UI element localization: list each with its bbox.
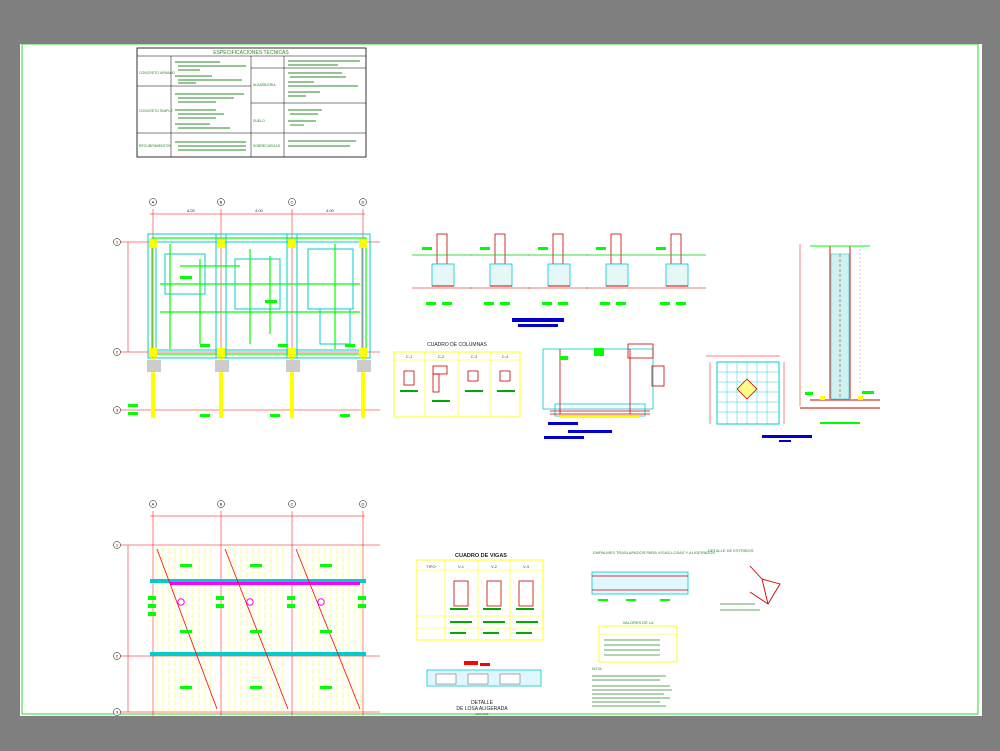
column-header-c4: C-4 xyxy=(502,354,509,359)
slab-section-detail: DETALLE DE LOSA ALIGERADA ESC 1/25 xyxy=(426,661,542,716)
beam-header-v2: V-2 xyxy=(491,564,498,569)
beam-column-detail xyxy=(542,343,665,439)
beam-table-title: CUADRO DE VIGAS xyxy=(455,553,507,559)
spec-label-sobrecargas: SOBRECARGAS xyxy=(253,144,281,148)
slab-plan: A B C D123 xyxy=(113,500,380,716)
beam-header-v1: V-1 xyxy=(458,564,465,569)
dim-label-bc: 4.00 xyxy=(255,208,264,213)
grid-label-A: A xyxy=(152,502,155,507)
grid-label-C: C xyxy=(291,200,294,205)
hook-detail-title: DETALLE DE ESTRIBOS xyxy=(708,548,754,553)
spec-label-suelo: SUELO xyxy=(253,119,265,123)
general-notes: NOTA: xyxy=(592,667,672,707)
spec-label-recubrimientos: RECUBRIMIENTOS xyxy=(139,144,171,148)
column-header-c2: C-2 xyxy=(438,354,445,359)
dim-label-cd: 4.00 xyxy=(326,208,335,213)
column-table-title: CUADRO DE COLUMNAS xyxy=(427,342,487,348)
footing-section xyxy=(470,233,530,305)
ld-table-title: VALORES DE Ld xyxy=(623,620,654,625)
column-header-c3: C-3 xyxy=(471,354,478,359)
splice-title: EMPALMES TRASLAPADOS PARA VIGAS,LOSAS Y … xyxy=(593,550,715,555)
dim-label-ab: 4.00 xyxy=(187,208,196,213)
footing-sections xyxy=(412,233,706,305)
footing-section xyxy=(646,233,706,305)
slab-detail-scale: ESC 1/25 xyxy=(476,712,489,716)
spec-label-concreto-simple: CONCRETO SIMPLE xyxy=(139,109,173,113)
column-header-c1: C-1 xyxy=(406,354,413,359)
drawing-sheet: ESPECIFICACIONES TECNICAS CONCRETO ARMAD… xyxy=(20,44,982,716)
drawing-frame: ESPECIFICACIONES TECNICAS CONCRETO ARMAD… xyxy=(21,44,979,716)
notes-title: NOTA: xyxy=(592,667,602,671)
beam-table: CUADRO DE VIGAS TIPO V-1 V-2 V-3 xyxy=(416,553,544,641)
grid-label-A: A xyxy=(152,200,155,205)
grid-label-B: B xyxy=(220,502,223,507)
foundation-plan: A B C D123 4.00 4.00 4.00 xyxy=(113,198,380,418)
beam-header-v3: V-3 xyxy=(523,564,530,569)
grid-label-D: D xyxy=(362,200,365,205)
grid-label-B: B xyxy=(220,200,223,205)
grid-label-C: C xyxy=(291,502,294,507)
specs-title: ESPECIFICACIONES TECNICAS xyxy=(213,50,289,56)
spec-label-albanileria: ALBAÑILERIA xyxy=(253,82,276,87)
footing-plan-detail xyxy=(706,355,812,442)
grid-label-D: D xyxy=(362,502,365,507)
footing-section xyxy=(412,233,472,305)
spec-label-concreto-armado: CONCRETO ARMADO xyxy=(139,71,175,75)
ld-table: VALORES DE Ld xyxy=(598,620,678,663)
retaining-wall-section xyxy=(799,244,880,424)
footing-section xyxy=(586,233,646,305)
column-table: CUADRO DE COLUMNAS C-1 C-2 C-3 C-4 xyxy=(393,342,521,418)
specs-table: ESPECIFICACIONES TECNICAS CONCRETO ARMAD… xyxy=(136,47,367,158)
beam-header-tipo: TIPO xyxy=(426,564,435,569)
hook-detail: DETALLE DE ESTRIBOS xyxy=(708,548,781,611)
footing-section xyxy=(528,233,588,305)
lap-splice-detail: EMPALMES TRASLAPADOS PARA VIGAS,LOSAS Y … xyxy=(591,550,715,601)
